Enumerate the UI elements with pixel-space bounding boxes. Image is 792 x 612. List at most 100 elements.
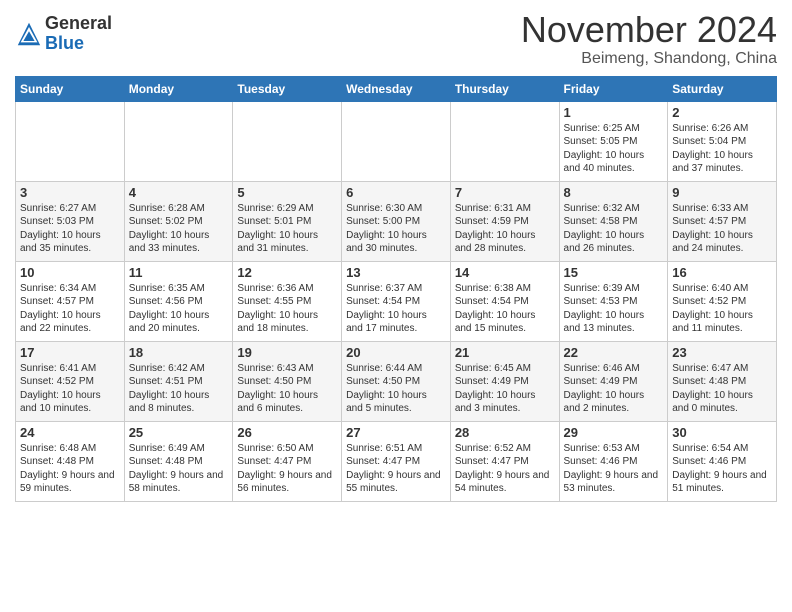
header-row: SundayMondayTuesdayWednesdayThursdayFrid… — [16, 76, 777, 101]
day-number: 27 — [346, 425, 446, 440]
day-number: 16 — [672, 265, 772, 280]
week-row-4: 17 Sunrise: 6:41 AM Sunset: 4:52 PM Dayli… — [16, 341, 777, 421]
header: General Blue November 2024 Beimeng, Shan… — [15, 10, 777, 68]
day-info: Sunrise: 6:48 AM Sunset: 4:48 PM Dayligh… — [20, 442, 120, 496]
header-cell-sunday: Sunday — [16, 76, 125, 101]
day-info: Sunrise: 6:52 AM Sunset: 4:47 PM Dayligh… — [455, 442, 555, 496]
header-cell-saturday: Saturday — [668, 76, 777, 101]
day-cell: 29 Sunrise: 6:53 AM Sunset: 4:46 PM Dayli… — [559, 421, 668, 501]
day-info: Sunrise: 6:35 AM Sunset: 4:56 PM Dayligh… — [129, 282, 229, 336]
day-cell: 23 Sunrise: 6:47 AM Sunset: 4:48 PM Dayli… — [668, 341, 777, 421]
week-row-2: 3Sunrise: 6:27 AM Sunset: 5:03 PM Daylig… — [16, 181, 777, 261]
day-cell: 4Sunrise: 6:28 AM Sunset: 5:02 PM Daylig… — [124, 181, 233, 261]
day-number: 21 — [455, 345, 555, 360]
day-cell: 2 Sunrise: 6:26 AM Sunset: 5:04 PM Daylig… — [668, 101, 777, 181]
day-number: 22 — [564, 345, 664, 360]
day-info: Sunrise: 6:42 AM Sunset: 4:51 PM Dayligh… — [129, 362, 229, 416]
day-info: Sunrise: 6:29 AM Sunset: 5:01 PM Dayligh… — [237, 202, 337, 256]
day-cell: 17 Sunrise: 6:41 AM Sunset: 4:52 PM Dayli… — [16, 341, 125, 421]
day-cell: 7 Sunrise: 6:31 AM Sunset: 4:59 PM Daylig… — [450, 181, 559, 261]
day-info: Sunrise: 6:39 AM Sunset: 4:53 PM Dayligh… — [564, 282, 664, 336]
day-cell: 27 Sunrise: 6:51 AM Sunset: 4:47 PM Dayli… — [342, 421, 451, 501]
day-cell: 22 Sunrise: 6:46 AM Sunset: 4:49 PM Dayli… — [559, 341, 668, 421]
day-cell: 26Sunrise: 6:50 AM Sunset: 4:47 PM Dayli… — [233, 421, 342, 501]
calendar-header: SundayMondayTuesdayWednesdayThursdayFrid… — [16, 76, 777, 101]
day-info: Sunrise: 6:46 AM Sunset: 4:49 PM Dayligh… — [564, 362, 664, 416]
day-number: 1 — [564, 105, 664, 120]
day-info: Sunrise: 6:51 AM Sunset: 4:47 PM Dayligh… — [346, 442, 446, 496]
day-info: Sunrise: 6:25 AM Sunset: 5:05 PM Dayligh… — [564, 122, 664, 176]
calendar-table: SundayMondayTuesdayWednesdayThursdayFrid… — [15, 76, 777, 502]
day-number: 29 — [564, 425, 664, 440]
day-number: 7 — [455, 185, 555, 200]
day-info: Sunrise: 6:26 AM Sunset: 5:04 PM Dayligh… — [672, 122, 772, 176]
day-cell: 6 Sunrise: 6:30 AM Sunset: 5:00 PM Daylig… — [342, 181, 451, 261]
logo-icon — [15, 20, 43, 48]
title-block: November 2024 Beimeng, Shandong, China — [521, 10, 777, 68]
day-cell: 28Sunrise: 6:52 AM Sunset: 4:47 PM Dayli… — [450, 421, 559, 501]
day-number: 11 — [129, 265, 229, 280]
day-info: Sunrise: 6:33 AM Sunset: 4:57 PM Dayligh… — [672, 202, 772, 256]
day-info: Sunrise: 6:45 AM Sunset: 4:49 PM Dayligh… — [455, 362, 555, 416]
day-info: Sunrise: 6:28 AM Sunset: 5:02 PM Dayligh… — [129, 202, 229, 256]
day-cell: 3Sunrise: 6:27 AM Sunset: 5:03 PM Daylig… — [16, 181, 125, 261]
day-info: Sunrise: 6:38 AM Sunset: 4:54 PM Dayligh… — [455, 282, 555, 336]
day-info: Sunrise: 6:41 AM Sunset: 4:52 PM Dayligh… — [20, 362, 120, 416]
day-cell: 9 Sunrise: 6:33 AM Sunset: 4:57 PM Daylig… — [668, 181, 777, 261]
day-info: Sunrise: 6:47 AM Sunset: 4:48 PM Dayligh… — [672, 362, 772, 416]
day-info: Sunrise: 6:32 AM Sunset: 4:58 PM Dayligh… — [564, 202, 664, 256]
header-cell-tuesday: Tuesday — [233, 76, 342, 101]
day-cell: 18Sunrise: 6:42 AM Sunset: 4:51 PM Dayli… — [124, 341, 233, 421]
location-subtitle: Beimeng, Shandong, China — [521, 50, 777, 68]
day-cell: 15 Sunrise: 6:39 AM Sunset: 4:53 PM Dayli… — [559, 261, 668, 341]
logo-text: General Blue — [45, 14, 112, 54]
day-cell: 14Sunrise: 6:38 AM Sunset: 4:54 PM Dayli… — [450, 261, 559, 341]
day-info: Sunrise: 6:43 AM Sunset: 4:50 PM Dayligh… — [237, 362, 337, 416]
day-number: 23 — [672, 345, 772, 360]
day-cell: 1 Sunrise: 6:25 AM Sunset: 5:05 PM Daylig… — [559, 101, 668, 181]
month-title: November 2024 — [521, 10, 777, 50]
day-cell: 21 Sunrise: 6:45 AM Sunset: 4:49 PM Dayli… — [450, 341, 559, 421]
day-info: Sunrise: 6:31 AM Sunset: 4:59 PM Dayligh… — [455, 202, 555, 256]
logo: General Blue — [15, 14, 112, 54]
header-cell-monday: Monday — [124, 76, 233, 101]
day-cell: 24Sunrise: 6:48 AM Sunset: 4:48 PM Dayli… — [16, 421, 125, 501]
header-cell-wednesday: Wednesday — [342, 76, 451, 101]
day-number: 30 — [672, 425, 772, 440]
header-cell-friday: Friday — [559, 76, 668, 101]
logo-blue: Blue — [45, 34, 112, 54]
day-number: 13 — [346, 265, 446, 280]
day-info: Sunrise: 6:36 AM Sunset: 4:55 PM Dayligh… — [237, 282, 337, 336]
day-number: 26 — [237, 425, 337, 440]
day-number: 17 — [20, 345, 120, 360]
day-info: Sunrise: 6:53 AM Sunset: 4:46 PM Dayligh… — [564, 442, 664, 496]
day-cell: 16Sunrise: 6:40 AM Sunset: 4:52 PM Dayli… — [668, 261, 777, 341]
day-number: 8 — [564, 185, 664, 200]
day-cell — [124, 101, 233, 181]
day-cell: 12Sunrise: 6:36 AM Sunset: 4:55 PM Dayli… — [233, 261, 342, 341]
day-info: Sunrise: 6:34 AM Sunset: 4:57 PM Dayligh… — [20, 282, 120, 336]
day-number: 15 — [564, 265, 664, 280]
logo-general: General — [45, 14, 112, 34]
day-info: Sunrise: 6:54 AM Sunset: 4:46 PM Dayligh… — [672, 442, 772, 496]
day-number: 2 — [672, 105, 772, 120]
day-cell: 10 Sunrise: 6:34 AM Sunset: 4:57 PM Dayli… — [16, 261, 125, 341]
day-number: 10 — [20, 265, 120, 280]
day-cell — [16, 101, 125, 181]
day-cell: 8 Sunrise: 6:32 AM Sunset: 4:58 PM Daylig… — [559, 181, 668, 261]
day-cell — [233, 101, 342, 181]
day-cell — [450, 101, 559, 181]
day-cell: 19Sunrise: 6:43 AM Sunset: 4:50 PM Dayli… — [233, 341, 342, 421]
day-number: 9 — [672, 185, 772, 200]
day-cell: 25Sunrise: 6:49 AM Sunset: 4:48 PM Dayli… — [124, 421, 233, 501]
day-cell: 5 Sunrise: 6:29 AM Sunset: 5:01 PM Daylig… — [233, 181, 342, 261]
header-cell-thursday: Thursday — [450, 76, 559, 101]
day-info: Sunrise: 6:27 AM Sunset: 5:03 PM Dayligh… — [20, 202, 120, 256]
day-info: Sunrise: 6:30 AM Sunset: 5:00 PM Dayligh… — [346, 202, 446, 256]
day-info: Sunrise: 6:37 AM Sunset: 4:54 PM Dayligh… — [346, 282, 446, 336]
day-cell: 20Sunrise: 6:44 AM Sunset: 4:50 PM Dayli… — [342, 341, 451, 421]
day-cell: 11 Sunrise: 6:35 AM Sunset: 4:56 PM Dayli… — [124, 261, 233, 341]
day-cell: 30 Sunrise: 6:54 AM Sunset: 4:46 PM Dayli… — [668, 421, 777, 501]
day-number: 5 — [237, 185, 337, 200]
day-number: 6 — [346, 185, 446, 200]
